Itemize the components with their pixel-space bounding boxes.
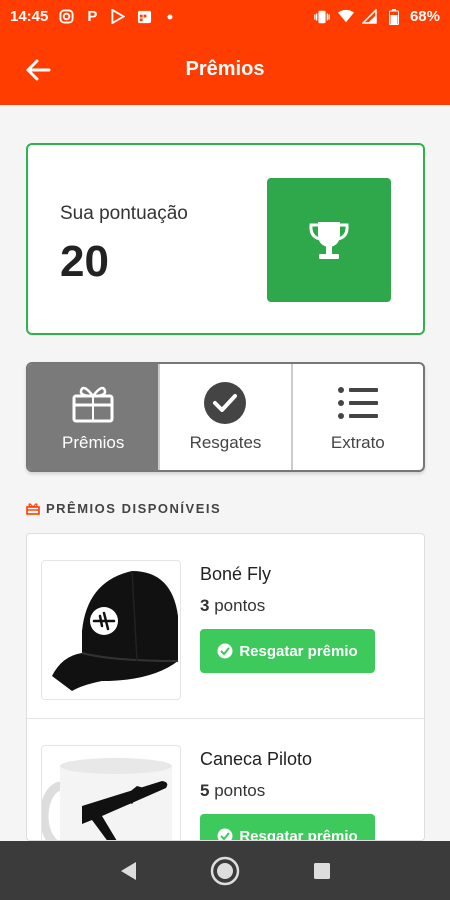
battery-percentage: 68%	[409, 8, 440, 25]
prize-image-mug	[41, 745, 181, 840]
prize-points: 3 pontos	[200, 596, 266, 615]
redeem-button-label: Resgatar prêmio	[239, 827, 358, 841]
check-circle-small-icon	[217, 828, 233, 840]
instagram-icon	[58, 9, 74, 25]
check-circle-small-icon	[217, 643, 233, 659]
tab-resgates[interactable]: Resgates	[160, 364, 293, 470]
tab-extrato[interactable]: Extrato	[293, 364, 423, 470]
gift-small-icon	[26, 503, 40, 515]
app-bar: Prêmios	[0, 33, 450, 105]
redeem-button[interactable]: Resgatar prêmio	[200, 814, 375, 841]
section-header: PRÊMIOS DISPONÍVEIS	[26, 501, 221, 516]
score-value: 20	[60, 237, 109, 286]
check-circle-icon	[203, 381, 247, 425]
nav-back-button[interactable]	[113, 856, 143, 886]
tab-premios[interactable]: Prêmios	[28, 364, 161, 470]
tab-label: Resgates	[189, 433, 262, 452]
prize-item: Boné Fly 3 pontos Resgatar prêmio	[27, 534, 424, 719]
vibrate-icon	[314, 9, 330, 25]
prize-item: Caneca Piloto 5 pontos Resgatar prêmio	[27, 719, 424, 841]
signal-icon	[362, 9, 378, 25]
prize-image-cap	[41, 560, 181, 700]
tab-label: Prêmios	[61, 433, 125, 452]
dot-icon	[162, 9, 178, 25]
trophy-icon	[309, 222, 349, 259]
prize-name: Boné Fly	[200, 564, 272, 584]
back-triangle-icon	[121, 861, 137, 880]
system-nav-bar	[0, 841, 450, 900]
score-label: Sua pontuação	[60, 203, 188, 224]
list-icon	[336, 381, 380, 425]
tab-bar: Prêmios Resgates Extrato	[26, 362, 425, 472]
pinterest-icon: P	[87, 8, 98, 25]
tab-label: Extrato	[330, 433, 385, 452]
home-circle-icon	[210, 856, 240, 885]
recents-square-icon	[313, 862, 330, 879]
redeem-button[interactable]: Resgatar prêmio	[200, 629, 375, 673]
nav-home-button[interactable]	[210, 856, 240, 886]
arrow-left-icon	[26, 59, 51, 81]
status-time: 14:45	[10, 8, 49, 25]
battery-icon	[386, 8, 402, 25]
nav-recents-button[interactable]	[307, 856, 337, 886]
back-button[interactable]	[22, 54, 54, 86]
score-card: Sua pontuação 20	[26, 143, 425, 335]
section-title: PRÊMIOS DISPONÍVEIS	[46, 501, 222, 516]
play-store-icon	[110, 9, 126, 25]
prize-list: Boné Fly 3 pontos Resgatar prêmio Caneca…	[26, 533, 425, 841]
prize-name: Caneca Piloto	[200, 749, 313, 769]
redeem-button-label: Resgatar prêmio	[239, 642, 358, 660]
trophy-box	[267, 178, 391, 302]
wifi-icon	[337, 9, 354, 25]
prize-points: 5 pontos	[200, 781, 266, 800]
calendar-icon	[136, 9, 152, 25]
page-title: Prêmios	[185, 57, 265, 80]
gift-icon	[71, 381, 115, 425]
status-bar: 14:45 P 68%	[0, 0, 450, 33]
